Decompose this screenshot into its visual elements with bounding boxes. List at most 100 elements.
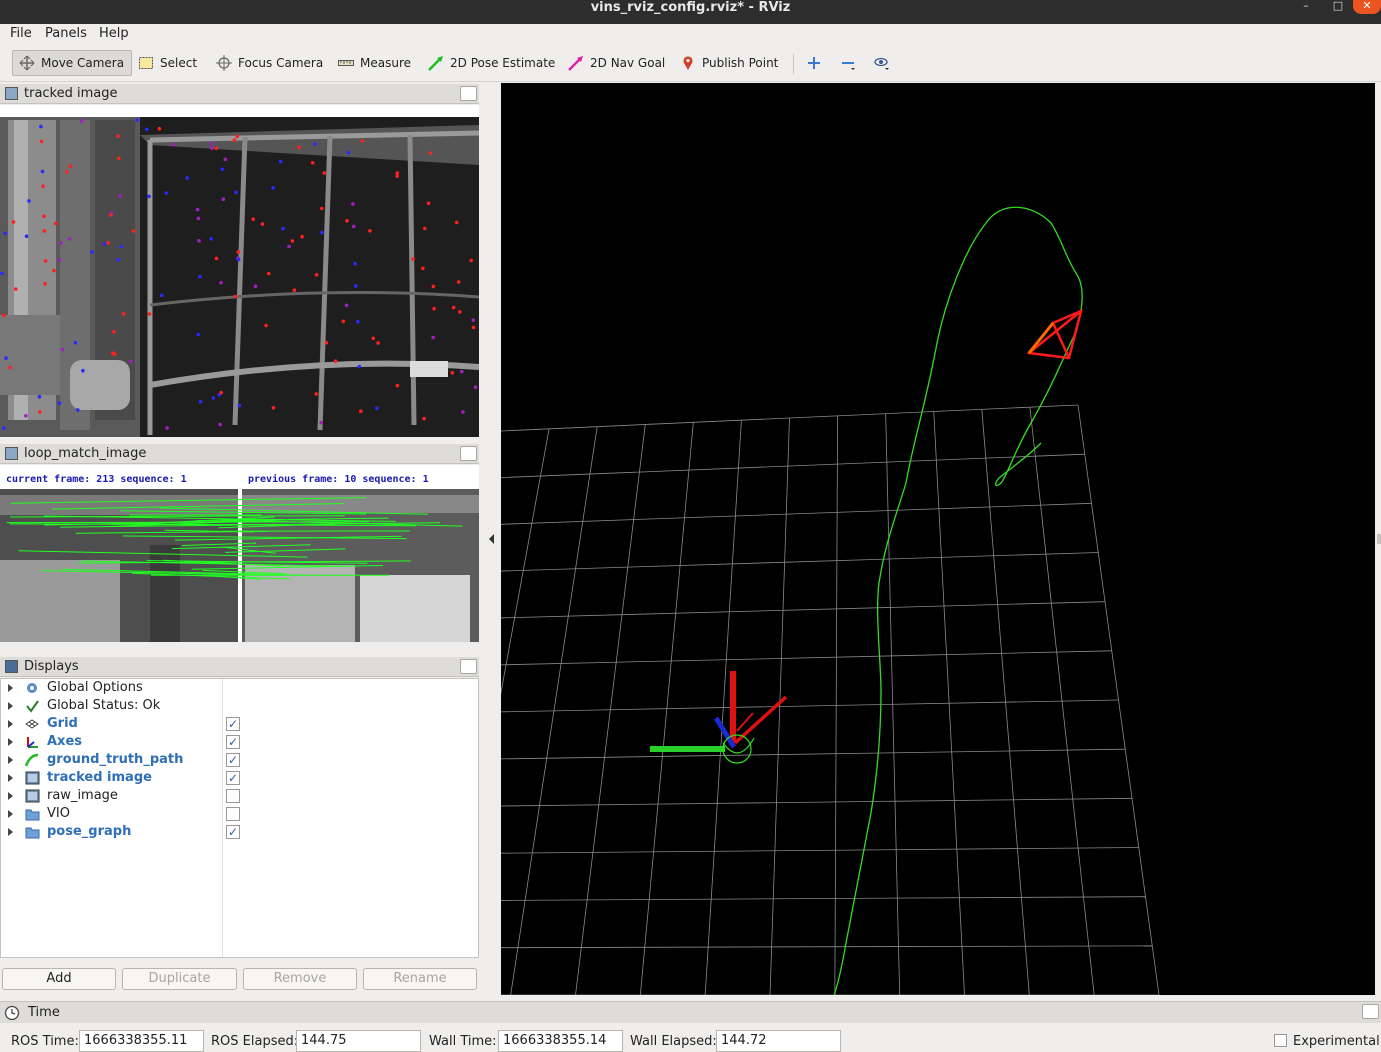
feature-point [147,195,151,199]
feature-point [42,214,46,218]
feature-point [210,142,214,146]
feature-point [215,257,219,261]
expand-arrow-icon[interactable] [8,702,13,710]
display-enable-checkbox[interactable]: ✓ [226,825,240,839]
feature-point [112,330,116,334]
remove-button[interactable]: Remove [243,968,357,990]
feature-point [315,273,319,277]
move-camera-button[interactable]: Move Camera [12,50,132,76]
menu-panels[interactable]: Panels [45,26,87,41]
expand-arrow-icon[interactable] [8,828,13,836]
grid-line [501,848,1139,855]
wall-time-label: Wall Time: [429,1034,497,1049]
nav-goal-button[interactable]: 2D Nav Goal [562,50,671,76]
feature-point [218,423,222,427]
panel-float-button[interactable] [460,446,477,461]
feature-point [395,174,399,178]
feature-point [210,146,214,150]
panel-float-button[interactable] [460,86,477,101]
menu-help[interactable]: Help [99,26,129,41]
display-item[interactable]: Grid✓ [1,715,478,733]
feature-point [375,406,379,410]
feature-point [353,262,357,266]
select-button[interactable]: Select [132,50,203,76]
feature-point [411,257,415,261]
expand-arrow-icon[interactable] [8,756,13,764]
measure-button[interactable]: Measure [332,50,417,76]
display-enable-checkbox[interactable] [226,789,240,803]
wall-time-field[interactable]: 1666338355.14 [498,1030,623,1052]
feature-point [313,142,317,146]
feature-point [469,259,473,263]
feature-point [342,320,346,324]
feature-point [421,267,425,271]
display-enable-checkbox[interactable] [226,807,240,821]
display-item[interactable]: Axes✓ [1,733,478,751]
add-button[interactable]: Add [2,968,116,990]
display-item[interactable]: Global Status: Ok [1,697,478,715]
feature-point [352,225,356,229]
plus-icon [806,55,822,71]
panel-float-button[interactable] [460,659,477,674]
focus-camera-button[interactable]: Focus Camera [210,50,329,76]
expand-arrow-icon[interactable] [8,792,13,800]
display-item[interactable]: tracked image✓ [1,769,478,787]
feature-point [38,410,42,414]
wall-elapsed-field[interactable]: 144.72 [716,1030,841,1052]
feature-point [40,140,44,144]
close-icon[interactable]: ✕ [1353,0,1381,14]
pose-estimate-button[interactable]: 2D Pose Estimate [422,50,561,76]
menu-file[interactable]: File [10,26,32,41]
tracked-image-panel-title: tracked image [24,86,118,101]
feature-point [90,250,94,254]
render-viewport[interactable] [501,83,1375,995]
minimize-icon[interactable]: – [1292,0,1320,14]
expand-arrow-icon[interactable] [8,738,13,746]
publish-point-button[interactable]: Publish Point [674,50,784,76]
display-enable-checkbox[interactable]: ✓ [226,717,240,731]
camera-frustum-current [1029,311,1081,358]
experimental-checkbox[interactable] [1274,1034,1287,1047]
grid-line [501,602,1105,619]
display-item-label: pose_graph [47,824,131,839]
feature-point [219,391,223,395]
ros-elapsed-field[interactable]: 144.75 [296,1030,421,1052]
display-item[interactable]: raw_image [1,787,478,805]
expand-arrow-icon[interactable] [8,774,13,782]
feature-point [264,324,268,328]
collapse-left-handle[interactable] [489,534,494,544]
display-item[interactable]: Global Options [1,679,478,697]
ros-time-field[interactable]: 1666338355.11 [79,1030,204,1052]
pose-estimate-label: 2D Pose Estimate [450,56,555,70]
feature-point [103,242,107,246]
clock-icon [4,1005,20,1021]
panel-float-button[interactable] [1362,1004,1379,1019]
display-enable-checkbox[interactable]: ✓ [226,753,240,767]
duplicate-button[interactable]: Duplicate [122,968,237,990]
add-tool-button[interactable] [800,50,828,76]
displays-tree: Global OptionsGlobal Status: OkGrid✓Axes… [0,678,479,958]
expand-arrow-icon[interactable] [8,810,13,818]
feature-point [221,168,225,172]
display-enable-checkbox[interactable]: ✓ [226,771,240,785]
rename-button[interactable]: Rename [363,968,477,990]
feature-point [474,385,478,389]
views-tool-button[interactable] [868,50,896,76]
expand-arrow-icon[interactable] [8,684,13,692]
feature-point [432,307,436,311]
feature-point [347,151,351,155]
focus-icon [216,55,232,71]
collapse-right-handle[interactable] [1377,534,1381,544]
feature-point [41,170,45,174]
display-enable-checkbox[interactable]: ✓ [226,735,240,749]
scene-canvas[interactable] [501,83,1375,995]
expand-arrow-icon[interactable] [8,720,13,728]
remove-tool-button[interactable] [834,50,862,76]
feature-point [254,285,258,289]
display-item[interactable]: ground_truth_path✓ [1,751,478,769]
grid-line [501,553,1098,573]
display-item[interactable]: pose_graph ✓ [1,823,478,841]
maximize-icon[interactable]: □ [1324,0,1352,14]
display-item[interactable]: VIO [1,805,478,823]
move-camera-label: Move Camera [41,56,124,70]
